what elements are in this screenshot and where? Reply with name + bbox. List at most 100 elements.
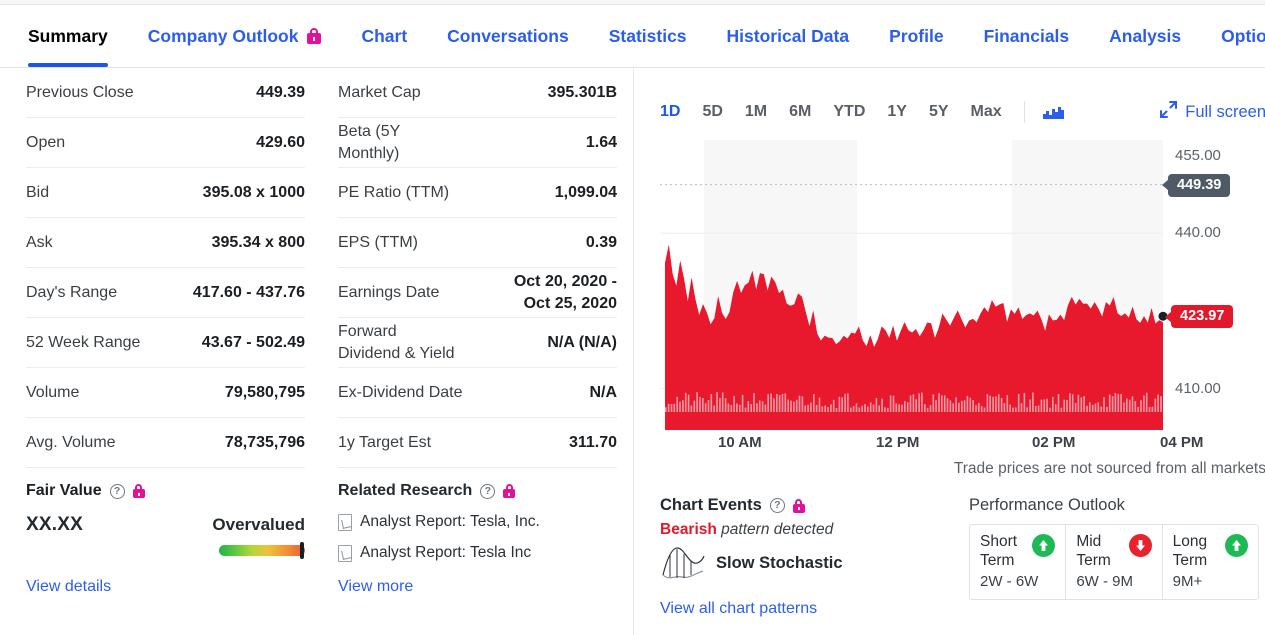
fullscreen-button[interactable]: Full screen	[1160, 101, 1265, 123]
tab-conversations[interactable]: Conversations	[447, 5, 569, 67]
sentiment-word: Bearish	[660, 521, 717, 538]
quote-value: N/A (N/A)	[547, 333, 617, 351]
help-icon[interactable]: ?	[480, 483, 496, 499]
fair-value-number: XX.XX	[26, 514, 83, 535]
quote-value: 395.08 x 1000	[202, 183, 305, 201]
toolbar-divider	[1023, 101, 1025, 123]
quote-row: Ask 395.34 x 800	[26, 218, 305, 268]
tab-chart[interactable]: Chart	[361, 5, 407, 67]
x-tick-label: 12 PM	[876, 434, 920, 451]
tab-label: Summary	[28, 26, 108, 46]
tab-label: Historical Data	[726, 26, 850, 46]
chart-events-sentiment: Bearish pattern detected	[660, 521, 960, 539]
chart-range-toolbar: 1D 5D 1M 6M YTD 1Y 5Y Max Full screen	[660, 98, 1265, 126]
tab-statistics[interactable]: Statistics	[609, 5, 687, 67]
chart-column: 1D 5D 1M 6M YTD 1Y 5Y Max Full screen 45…	[633, 68, 1265, 635]
quote-value: 78,735,796	[224, 433, 305, 451]
quote-row: 52 Week Range 43.67 - 502.49	[26, 318, 305, 368]
quote-row: EPS (TTM) 0.39	[338, 218, 617, 268]
tab-summary[interactable]: Summary	[28, 5, 108, 67]
quote-row: Ex-Dividend Date N/A	[338, 368, 617, 418]
stochastic-pattern-icon	[660, 541, 706, 586]
fair-value-label: Fair Value	[26, 482, 102, 499]
tab-label: Options	[1221, 26, 1265, 46]
lock-icon	[503, 484, 516, 498]
quote-row: PE Ratio (TTM) 1,099.04	[338, 168, 617, 218]
quote-value: 311.70	[568, 433, 617, 451]
quote-row: Avg. Volume 78,735,796	[26, 418, 305, 468]
tab-historical-data[interactable]: Historical Data	[727, 5, 850, 67]
fair-value-verdict: Overvalued	[212, 515, 305, 534]
related-research-title: Related Research ?	[338, 482, 617, 500]
tab-profile[interactable]: Profile	[889, 5, 943, 67]
quote-key: Bid	[26, 183, 50, 201]
bar-chart-icon[interactable]	[1042, 105, 1065, 119]
range-button-1y[interactable]: 1Y	[887, 103, 907, 121]
y-tick-label: 410.00	[1175, 379, 1221, 397]
tab-financials[interactable]: Financials	[984, 5, 1070, 67]
quote-row: Bid 395.08 x 1000	[26, 168, 305, 218]
view-details-link[interactable]: View details	[26, 578, 111, 596]
quote-row: 1y Target Est 311.70	[338, 418, 617, 468]
analyst-report-link[interactable]: Analyst Report: Tesla Inc	[338, 544, 617, 562]
quote-key: Day's Range	[26, 283, 118, 301]
performance-range-label: 9M+	[1172, 573, 1203, 591]
analyst-report-link[interactable]: Analyst Report: Tesla, Inc.	[338, 513, 617, 531]
range-button-1m[interactable]: 1M	[745, 103, 767, 121]
pdf-icon	[338, 544, 352, 562]
performance-outlook-cell[interactable]: Mid Term 6W - 9M	[1065, 525, 1161, 600]
quote-key: 52 Week Range	[26, 333, 141, 351]
tab-label: Profile	[889, 26, 944, 46]
quote-key: Forward Dividend & Yield	[338, 322, 455, 362]
view-all-chart-patterns-link[interactable]: View all chart patterns	[660, 600, 817, 618]
fullscreen-label: Full screen	[1185, 102, 1265, 121]
quote-row: Day's Range 417.60 - 437.76	[26, 268, 305, 318]
tab-analysis[interactable]: Analysis	[1109, 5, 1181, 67]
view-more-link[interactable]: View more	[338, 578, 413, 596]
range-button-max[interactable]: Max	[971, 103, 1002, 121]
quote-value: 429.60	[256, 133, 305, 151]
help-icon[interactable]: ?	[769, 498, 785, 513]
range-button-5d[interactable]: 5D	[702, 103, 722, 121]
price-chart[interactable]: 455.00 440.00 410.00 449.39 423.97	[660, 140, 1265, 430]
tab-navigation: Summary Company Outlook Chart Conversations…	[0, 5, 1265, 68]
quote-row: Previous Close 449.39	[26, 68, 305, 118]
performance-outlook-head: Short Term	[980, 533, 1056, 570]
chart-pattern-row: Slow Stochastic	[660, 541, 960, 586]
range-button-ytd[interactable]: YTD	[833, 103, 865, 121]
quote-value: 0.39	[585, 233, 617, 251]
quote-row: Volume 79,580,795	[26, 368, 305, 418]
quote-value: 395.301B	[547, 83, 617, 101]
chart-pattern-name: Slow Stochastic	[716, 554, 843, 572]
previous-close-badge: 449.39	[1168, 173, 1231, 197]
tab-company-outlook[interactable]: Company Outlook	[148, 5, 322, 67]
chart-panel: 1D 5D 1M 6M YTD 1Y 5Y Max Full screen 45…	[660, 98, 1265, 478]
chart-disclaimer: Trade prices are not sourced from all ma…	[953, 460, 1265, 477]
performance-outlook-box: Short Term 2W - 6W Mid Term 6W - 9M Long Ter…	[969, 524, 1259, 601]
quote-key: Market Cap	[338, 83, 421, 101]
tab-options[interactable]: Options	[1221, 5, 1265, 67]
expand-arrows-icon	[1160, 101, 1178, 123]
range-button-1d[interactable]: 1D	[660, 103, 680, 121]
quote-key: Ask	[26, 233, 53, 251]
y-tick-label: 455.00	[1175, 146, 1221, 164]
x-tick-label: 04 PM	[1160, 434, 1204, 451]
performance-outlook-cell[interactable]: Long Term 9M+	[1161, 525, 1258, 600]
fair-value-body: XX.XX Overvalued	[26, 514, 305, 536]
tab-label: Statistics	[608, 26, 687, 46]
x-tick-label: 02 PM	[1032, 434, 1076, 451]
range-button-6m[interactable]: 6M	[789, 103, 811, 121]
range-button-5y[interactable]: 5Y	[929, 103, 949, 121]
last-price-badge: 423.97	[1171, 305, 1234, 329]
analyst-report-title: Analyst Report: Tesla Inc	[360, 544, 532, 561]
quote-value: 79,580,795	[224, 383, 305, 401]
performance-term-label: Mid Term	[1076, 533, 1111, 569]
sentiment-suffix: pattern detected	[716, 521, 834, 538]
arrow-up-icon	[1032, 534, 1056, 557]
quote-value: 395.34 x 800	[211, 233, 305, 251]
performance-outlook-cell[interactable]: Short Term 2W - 6W	[970, 525, 1065, 599]
performance-range-label: 2W - 6W	[980, 573, 1039, 591]
tab-label: Company Outlook	[147, 26, 299, 46]
quote-key: Volume	[26, 383, 80, 401]
help-icon[interactable]: ?	[109, 483, 125, 499]
